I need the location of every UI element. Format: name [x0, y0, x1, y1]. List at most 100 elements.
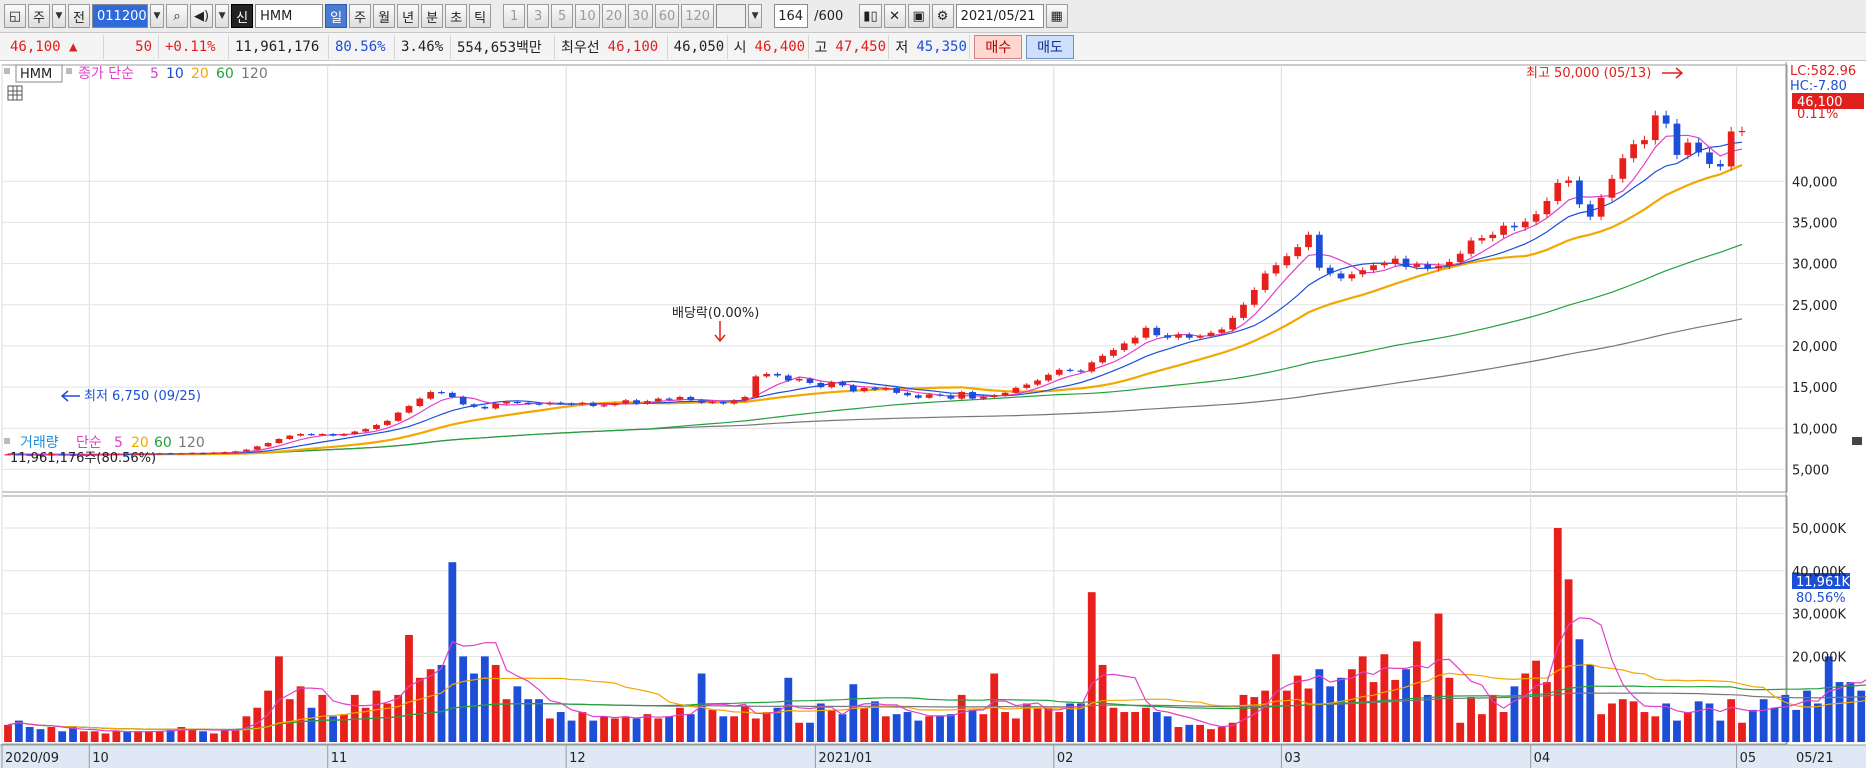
volume-bar	[1434, 613, 1443, 742]
volume-bar	[578, 712, 587, 742]
volume-legend-handle-icon[interactable]	[4, 438, 10, 444]
interval-120[interactable]: 120	[681, 4, 715, 28]
candle	[611, 403, 619, 406]
period-week[interactable]: 주	[349, 4, 372, 28]
volume-bar	[1250, 697, 1259, 742]
new-badge[interactable]: 신	[231, 4, 254, 28]
stock-code-input[interactable]: 011200	[92, 4, 148, 28]
legend-handle-icon[interactable]	[4, 68, 10, 74]
candle	[1695, 142, 1703, 153]
candle	[893, 387, 901, 393]
volume-bar	[318, 694, 327, 742]
candle	[860, 387, 868, 392]
volume-value: 11,961,176	[229, 34, 329, 59]
volume-bar	[1196, 724, 1205, 742]
stock-chart[interactable]: HMM 종가 단순 5 10 20 60 120 LC:582.96 HC:-7…	[0, 62, 1866, 768]
volume-bar	[1142, 707, 1150, 742]
current-volume-pct-tag: 80.56%	[1796, 591, 1846, 606]
candle	[1381, 263, 1388, 266]
volume-bar	[610, 718, 619, 742]
volume-bar	[1694, 701, 1703, 742]
interval-custom-input[interactable]	[716, 4, 747, 28]
search-icon[interactable]: ⌕	[166, 4, 188, 28]
volume-bar	[1564, 579, 1573, 742]
candle-style-icon[interactable]: ▮▯	[859, 4, 882, 28]
candle	[340, 434, 348, 436]
x-axis-label: 12	[569, 751, 586, 766]
interval-1[interactable]: 1	[503, 4, 526, 28]
speaker-icon[interactable]: ◀)	[190, 4, 214, 28]
period-type-select[interactable]: 주	[28, 4, 50, 28]
candle	[329, 434, 337, 436]
interval-30[interactable]: 30	[628, 4, 653, 28]
interval-3[interactable]: 3	[527, 4, 550, 28]
candle	[1164, 335, 1171, 338]
candle	[524, 402, 532, 404]
sell-button[interactable]: 매도	[1026, 34, 1074, 59]
volume-bar	[946, 714, 955, 742]
volume-close-icon[interactable]	[1852, 437, 1862, 445]
gear-icon[interactable]: ⚙	[931, 4, 954, 28]
buy-button[interactable]: 매수	[974, 34, 1023, 59]
candle	[763, 373, 770, 377]
stock-code-dropdown-icon[interactable]: ▼	[150, 4, 164, 28]
candle	[1250, 289, 1258, 305]
period-year[interactable]: 년	[397, 4, 420, 28]
volume-bar	[1738, 722, 1746, 742]
legend-ma120: 120	[241, 66, 268, 82]
date-input[interactable]: 2021/05/21	[955, 4, 1044, 28]
window-menu-icon[interactable]: ◱	[4, 4, 26, 28]
count-input[interactable]: 164	[774, 4, 809, 28]
candle	[1478, 238, 1486, 241]
candle	[1673, 123, 1681, 155]
grid-toggle-icon[interactable]	[7, 85, 23, 101]
interval-5[interactable]: 5	[551, 4, 574, 28]
period-day[interactable]: 일	[325, 4, 348, 28]
candle	[1435, 266, 1442, 269]
volume-bar	[1770, 707, 1779, 742]
interval-10[interactable]: 10	[575, 4, 600, 28]
period-second[interactable]: 초	[445, 4, 468, 28]
period-type-dropdown-icon[interactable]: ▼	[52, 4, 66, 28]
stock-name-field[interactable]: HMM	[255, 4, 324, 28]
candle	[698, 400, 705, 403]
candle	[373, 424, 380, 430]
calendar-icon[interactable]: ▦	[1045, 4, 1068, 28]
period-type-label: 주	[33, 10, 45, 26]
volume-bar	[1662, 703, 1671, 742]
x-axis-label: 05	[1740, 751, 1757, 766]
candle	[1142, 327, 1150, 338]
volume-bar	[1673, 720, 1681, 742]
volume-bar	[448, 562, 457, 742]
volume-bar	[437, 664, 446, 742]
interval-60[interactable]: 60	[654, 4, 680, 28]
volume-bar	[1824, 656, 1833, 742]
price-change: 50	[104, 34, 159, 59]
volume-bar	[1055, 712, 1064, 742]
candle	[514, 401, 521, 404]
legend-ma-handle-icon[interactable]	[66, 68, 72, 74]
volume-bar	[470, 673, 478, 742]
period-tick[interactable]: 틱	[469, 4, 492, 28]
speaker-dropdown-icon[interactable]: ▼	[215, 4, 230, 28]
volume-bar	[535, 699, 543, 742]
volume-bar	[502, 699, 511, 742]
save-icon[interactable]: ▣	[907, 4, 930, 28]
candle	[839, 382, 846, 386]
volume-bar	[762, 712, 771, 742]
interval-20[interactable]: 20	[601, 4, 627, 28]
volume-bar	[1748, 709, 1757, 742]
volume-bar	[1510, 686, 1519, 742]
full-toggle-button[interactable]: 전	[68, 4, 90, 28]
candle	[741, 396, 749, 401]
candle	[178, 453, 185, 455]
period-minute[interactable]: 분	[421, 4, 444, 28]
candle	[199, 452, 207, 455]
period-month[interactable]: 월	[373, 4, 396, 28]
interval-dropdown-icon[interactable]: ▼	[748, 4, 763, 28]
volume-bar	[892, 714, 901, 742]
x-axis-label: 2021/01	[818, 751, 872, 766]
low-price: 45,350	[910, 34, 971, 59]
crosshair-icon[interactable]: ✕	[883, 4, 906, 28]
volume-bar	[1683, 712, 1692, 742]
